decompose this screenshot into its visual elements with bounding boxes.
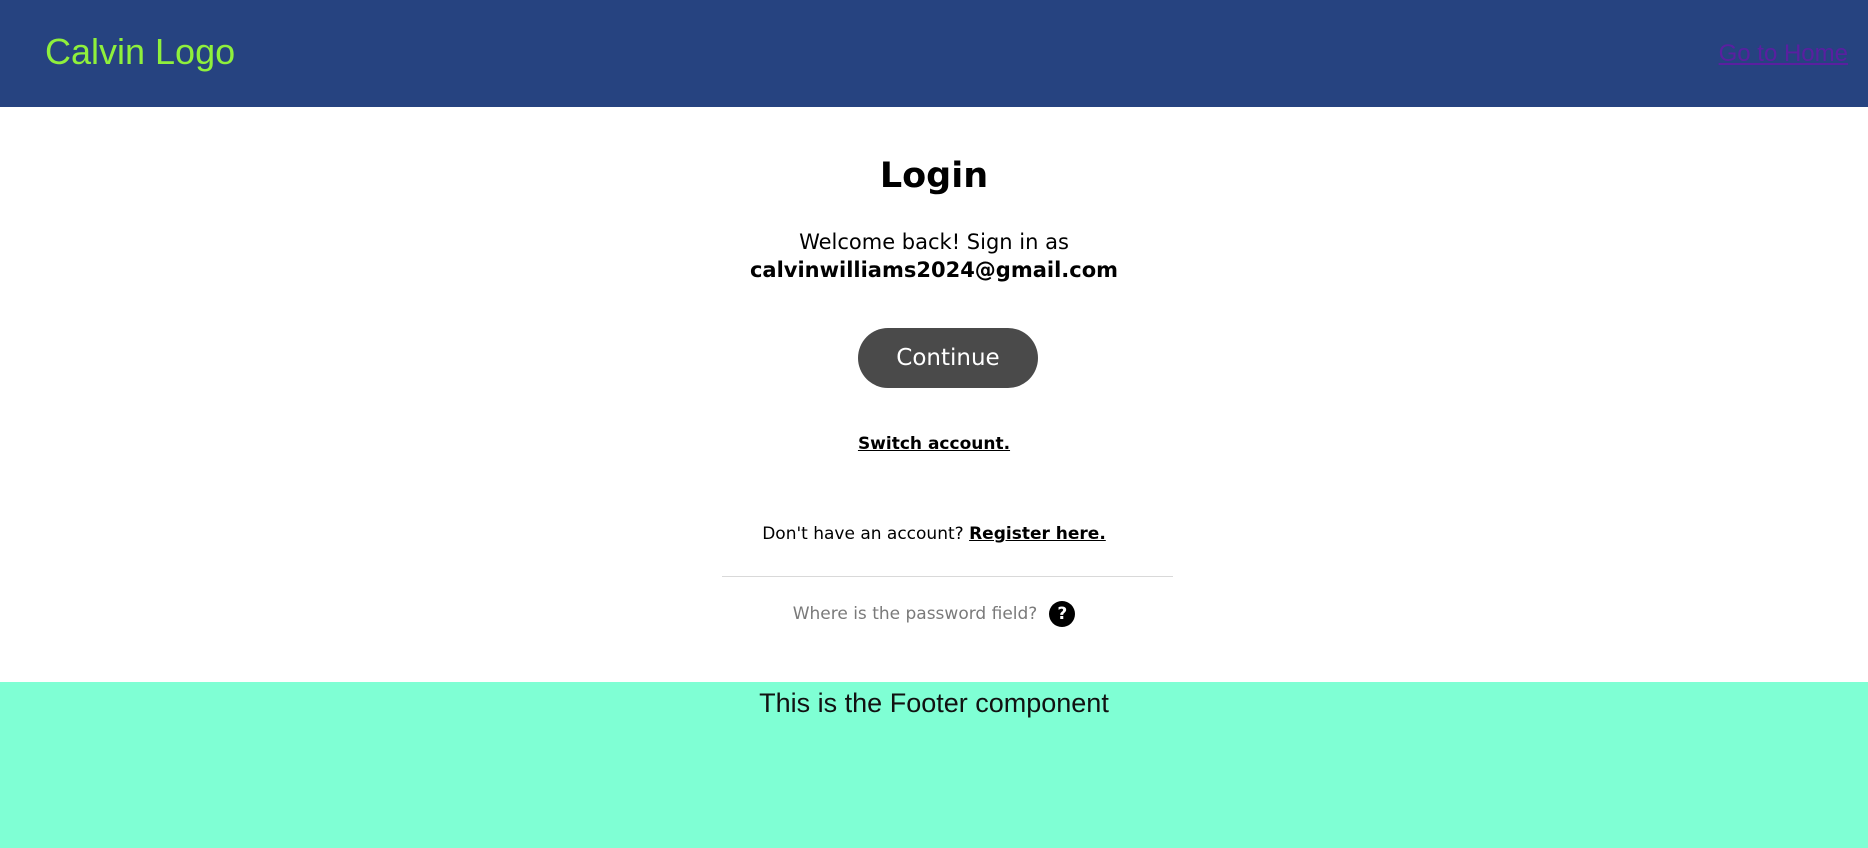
footer-text: This is the Footer component	[759, 688, 1109, 718]
welcome-text: Welcome back! Sign in as	[799, 230, 1069, 254]
logo: Calvin Logo	[45, 31, 236, 72]
login-panel: Login Welcome back! Sign in as calvinwil…	[0, 107, 1868, 682]
password-help-text: Where is the password field?	[792, 604, 1038, 624]
page-title: Login	[879, 156, 989, 196]
divider	[722, 576, 1173, 577]
go-to-home-link[interactable]: Go to Home	[1719, 40, 1848, 68]
register-link[interactable]: Register here.	[969, 524, 1106, 544]
question-icon[interactable]: ?	[1049, 601, 1076, 627]
register-prompt: Don't have an account?	[762, 524, 964, 544]
continue-button[interactable]: Continue	[858, 328, 1038, 388]
password-help-row: Where is the password field??	[0, 599, 1868, 629]
footer: This is the Footer component	[0, 682, 1868, 848]
register-line: Don't have an account? Register here.	[0, 524, 1868, 544]
account-email: calvinwilliams2024@gmail.com	[749, 258, 1119, 282]
header-bar: Calvin Logo Go to Home	[0, 0, 1868, 107]
switch-account-link[interactable]: Switch account.	[0, 434, 1868, 454]
